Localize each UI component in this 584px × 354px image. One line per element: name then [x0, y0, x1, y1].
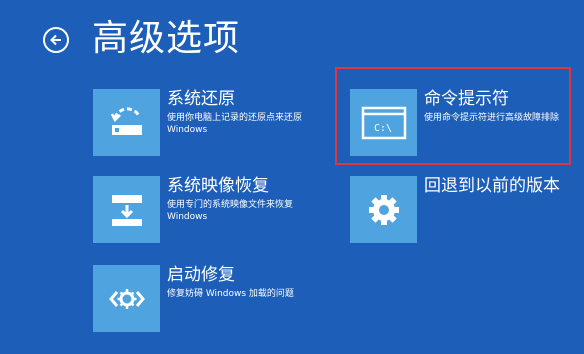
- back-arrow-icon: [50, 34, 61, 46]
- startup-repair-icon: [93, 265, 160, 332]
- option-title: 启动修复: [167, 265, 235, 285]
- option-startup-repair[interactable]: 启动修复 修复妨碍 Windows 加载的问题: [93, 265, 333, 332]
- option-description: 修复妨碍 Windows 加载的问题: [167, 289, 294, 299]
- back-button[interactable]: [43, 27, 69, 53]
- gear-icon: [350, 176, 417, 243]
- option-system-image-recovery[interactable]: 系统映像恢复 使用专门的系统映像文件来恢复 Windows: [93, 176, 333, 243]
- option-title: 系统还原: [167, 89, 235, 109]
- option-title: 系统映像恢复: [167, 176, 269, 196]
- option-system-restore[interactable]: 系统还原 使用你电脑上记录的还原点来还原 Windows: [93, 89, 333, 156]
- image-recovery-icon: [93, 176, 160, 243]
- restore-icon: [93, 89, 160, 156]
- option-title: 回退到以前的版本: [424, 176, 560, 196]
- selection-highlight: [335, 67, 571, 165]
- option-description: 使用专门的系统映像文件来恢复 Windows: [167, 200, 294, 222]
- page-title: 高级选项: [92, 18, 241, 59]
- option-go-back[interactable]: 回退到以前的版本: [350, 176, 565, 243]
- option-description: 使用你电脑上记录的还原点来还原 Windows: [167, 113, 303, 135]
